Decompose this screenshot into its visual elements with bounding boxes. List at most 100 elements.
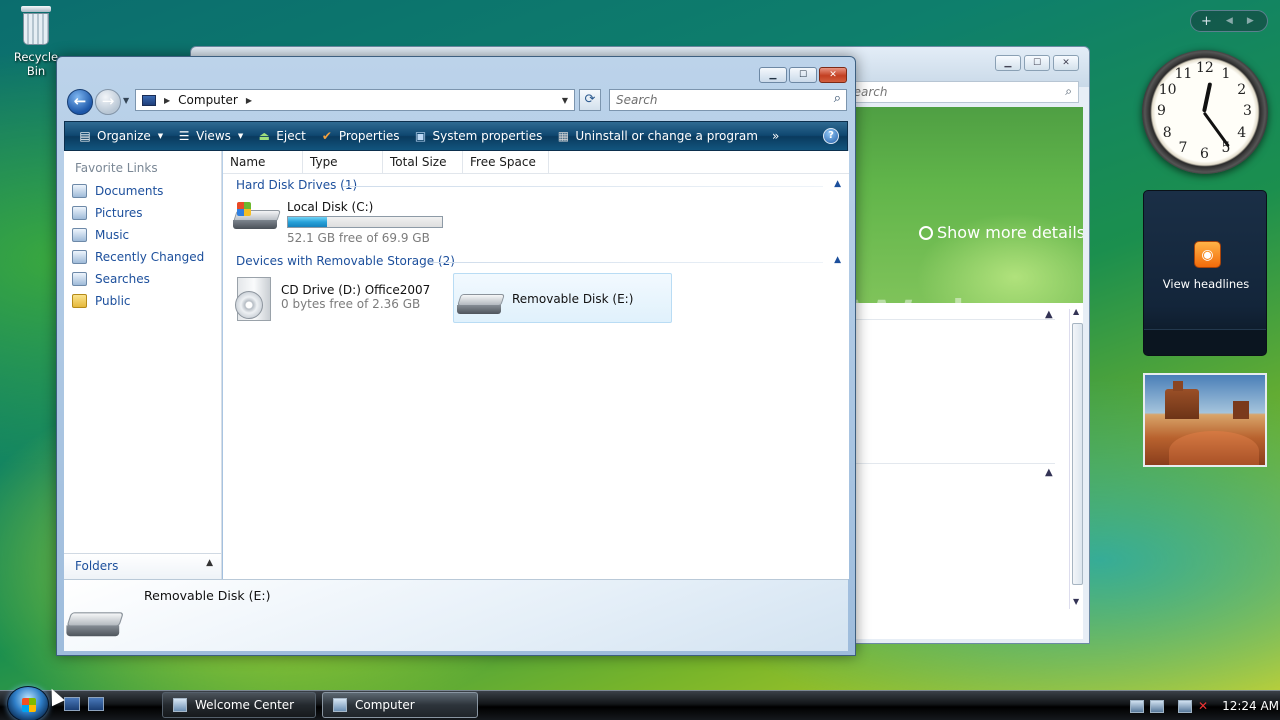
- sidebar-item-label: Searches: [95, 272, 150, 286]
- eject-button[interactable]: ⏏ Eject: [250, 124, 313, 148]
- clock-number: 2: [1237, 81, 1247, 98]
- clock-number: 11: [1174, 65, 1193, 82]
- breadcrumb-arrow-icon[interactable]: ▶: [246, 96, 252, 105]
- scrollbar[interactable]: ▲ ▼: [1069, 307, 1083, 609]
- clock-time[interactable]: 12:24 AM: [1222, 699, 1279, 713]
- add-gadget-icon[interactable]: +: [1201, 14, 1212, 29]
- recycle-bin-icon: [19, 4, 53, 46]
- column-header-free-space[interactable]: Free Space: [463, 151, 549, 174]
- scroll-down-icon[interactable]: ▼: [1073, 597, 1079, 606]
- properties-label: Properties: [338, 129, 400, 143]
- music-icon: [72, 228, 87, 242]
- search-icon: ⌕: [1065, 84, 1072, 98]
- feed-footer: [1144, 329, 1266, 355]
- views-button[interactable]: ☰ Views ▼: [170, 124, 250, 148]
- refresh-button[interactable]: ⟳: [579, 89, 601, 111]
- welcome-search-input[interactable]: Search ⌕: [839, 81, 1079, 103]
- scroll-up-icon[interactable]: ▲: [1073, 307, 1079, 316]
- breadcrumb-computer[interactable]: Computer: [178, 93, 238, 107]
- switch-windows-icon[interactable]: [88, 697, 104, 711]
- group-header-removable[interactable]: Devices with Removable Storage (2): [236, 254, 455, 268]
- start-button[interactable]: [7, 686, 49, 720]
- next-icon[interactable]: ▶: [1247, 16, 1254, 26]
- properties-button[interactable]: ✔ Properties: [313, 124, 407, 148]
- chevron-up-icon[interactable]: ▲: [834, 179, 841, 189]
- organize-label: Organize: [97, 129, 151, 143]
- drive-free-space: 0 bytes free of 2.36 GB: [281, 297, 421, 311]
- volume-muted-icon[interactable]: ✕: [1198, 699, 1208, 713]
- drive-cd-d[interactable]: CD Drive (D:) Office2007 0 bytes free of…: [233, 277, 430, 323]
- sidebar-item-searches[interactable]: Searches: [72, 272, 150, 286]
- eject-icon: ⏏: [258, 129, 270, 143]
- removable-disk-icon: [65, 605, 124, 641]
- task-label: Computer: [355, 698, 415, 712]
- sidebar-item-documents[interactable]: Documents: [72, 184, 163, 198]
- clock-number: 9: [1157, 103, 1166, 119]
- clock-hour-hand: [1202, 82, 1213, 113]
- feed-headlines-gadget[interactable]: ◉ View headlines: [1143, 190, 1267, 356]
- rss-icon: ◉: [1194, 241, 1221, 268]
- network-icon[interactable]: [1178, 699, 1192, 713]
- recent-pages-dropdown[interactable]: ▼: [123, 96, 129, 105]
- system-properties-button[interactable]: ▣ System properties: [407, 124, 550, 148]
- uninstall-program-button[interactable]: ▦ Uninstall or change a program: [549, 124, 765, 148]
- landscape-image: [1165, 381, 1199, 419]
- forward-button[interactable]: →: [95, 89, 121, 115]
- previous-icon[interactable]: ◀: [1226, 16, 1233, 26]
- group-header-hard-disks[interactable]: Hard Disk Drives (1): [236, 178, 357, 192]
- drive-removable-e[interactable]: Removable Disk (E:): [453, 273, 672, 323]
- show-desktop-icon[interactable]: [64, 697, 80, 711]
- sidebar-item-label: Public: [95, 294, 131, 308]
- address-dropdown-icon[interactable]: ▼: [562, 96, 568, 105]
- computer-explorer-window[interactable]: ▁ ☐ ✕ ← → ▼ ▶ Computer ▶ ▼ ⟳ Search ⌕ ▤ O…: [56, 56, 856, 656]
- chevron-up-icon[interactable]: ▲: [1045, 467, 1053, 478]
- sidebar-tray-icon[interactable]: [1150, 699, 1164, 713]
- maximize-button[interactable]: ☐: [1024, 55, 1050, 71]
- chevron-up-icon[interactable]: ▲: [834, 255, 841, 265]
- sidebar-item-public[interactable]: Public: [72, 294, 131, 308]
- column-header-type[interactable]: Type: [303, 151, 383, 174]
- sidebar-item-pictures[interactable]: Pictures: [72, 206, 143, 220]
- sidebar-item-music[interactable]: Music: [72, 228, 129, 242]
- clock-gadget[interactable]: 12 1 2 3 4 5 6 7 8 9 10 11: [1142, 50, 1268, 174]
- minimize-button[interactable]: ▁: [995, 55, 1021, 71]
- search-input[interactable]: Search ⌕: [609, 89, 847, 111]
- address-bar[interactable]: ▶ Computer ▶ ▼: [135, 89, 575, 111]
- help-icon[interactable]: ?: [823, 128, 839, 144]
- slideshow-gadget[interactable]: [1143, 373, 1267, 467]
- sidebar-item-recently-changed[interactable]: Recently Changed: [72, 250, 204, 264]
- search-icon[interactable]: ⌕: [834, 91, 841, 106]
- notification-area: ✕ 12:24 AM: [1122, 692, 1280, 720]
- chevron-down-icon: ▼: [237, 132, 244, 140]
- taskbar-button-computer[interactable]: Computer: [322, 692, 478, 718]
- clock-number: 12: [1196, 60, 1214, 76]
- recently-changed-icon: [72, 250, 87, 264]
- sidebar-item-label: Music: [95, 228, 130, 242]
- divider: [343, 186, 823, 187]
- drive-name: Removable Disk (E:): [512, 292, 634, 306]
- landscape-image-foreground: [1169, 431, 1259, 465]
- column-header-total-size[interactable]: Total Size: [383, 151, 463, 174]
- taskbar-button-welcome-center[interactable]: Welcome Center: [162, 692, 316, 718]
- column-header-name[interactable]: Name: [223, 151, 303, 174]
- back-button[interactable]: ←: [67, 89, 93, 115]
- column-headers: Name Type Total Size Free Space: [223, 151, 849, 174]
- tray-app-icon[interactable]: [1130, 699, 1144, 713]
- close-button[interactable]: ✕: [1053, 55, 1079, 71]
- window-controls: ▁ ☐ ✕: [759, 67, 847, 83]
- more-commands-button[interactable]: »: [765, 124, 786, 148]
- views-icon: ☰: [178, 129, 190, 143]
- scrollbar-thumb[interactable]: [1072, 323, 1083, 585]
- drive-local-disk-c[interactable]: Local Disk (C:) 52.1 GB free of 69.9 GB: [233, 200, 443, 245]
- minimize-button[interactable]: ▁: [759, 67, 787, 83]
- show-more-details-link[interactable]: Show more details: [919, 223, 1083, 242]
- drive-name: Local Disk (C:): [287, 200, 374, 214]
- folders-toggle[interactable]: Folders ▲: [64, 553, 221, 579]
- arrow-circle-icon: [919, 226, 933, 240]
- breadcrumb-arrow-icon[interactable]: ▶: [164, 96, 170, 105]
- computer-icon: [333, 698, 347, 712]
- organize-button[interactable]: ▤ Organize ▼: [71, 124, 170, 148]
- clock-minute-hand: [1202, 111, 1230, 147]
- maximize-button[interactable]: ☐: [789, 67, 817, 83]
- close-button[interactable]: ✕: [819, 67, 847, 83]
